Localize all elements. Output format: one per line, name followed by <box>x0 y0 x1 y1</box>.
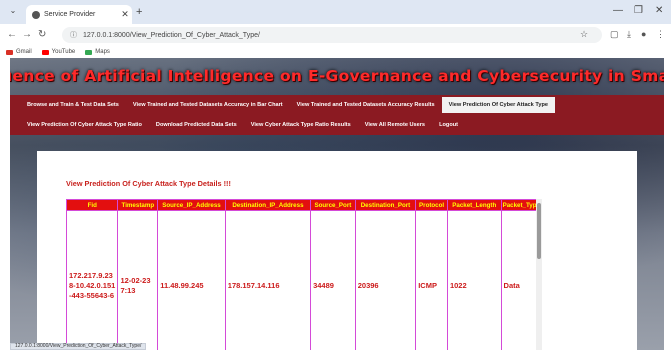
bookmark-label: Maps <box>95 49 110 55</box>
table-cell: 20396 <box>354 210 417 350</box>
profile-icon[interactable]: ● <box>641 29 646 39</box>
table-cell: 1022 <box>446 210 502 350</box>
browser-tab-bar: ⌄ Service Provider ✕ + — ❐ ✕ <box>0 0 671 24</box>
site-banner: The Influence of Artificial Intelligence… <box>10 58 664 94</box>
column-header: Source_IP_Address <box>157 199 226 211</box>
table-cell: 172.217.9.238-10.42.0.151-443-55643-6 <box>66 210 119 350</box>
menu-item[interactable]: View Trained and Tested Datasets Accurac… <box>290 97 442 113</box>
tab-title: Service Provider <box>44 11 96 18</box>
table-cell: 11.48.99.245 <box>157 210 226 350</box>
menu-item[interactable]: View All Remote Users <box>358 117 432 133</box>
main-menu: Browse and Train & Test Data Sets View Tr… <box>10 95 664 135</box>
column-header: Destination_IP_Address <box>224 199 312 211</box>
bookmark-youtube[interactable]: YouTube <box>41 49 76 55</box>
content-panel: View Prediction Of Cyber Attack Type Det… <box>37 151 637 350</box>
menu-item[interactable]: Browse and Train & Test Data Sets <box>20 97 126 113</box>
column-header: Protocol <box>415 199 448 211</box>
site-title: The Influence of Artificial Intelligence… <box>10 67 664 85</box>
menu-item[interactable]: View Trained and Tested Datasets Accurac… <box>126 97 290 113</box>
bookmark-label: Gmail <box>16 49 32 55</box>
tab-search-icon[interactable]: ⌄ <box>6 6 20 18</box>
reload-icon[interactable]: ↻ <box>38 29 46 40</box>
menu-row-1: Browse and Train & Test Data Sets View Tr… <box>10 95 555 115</box>
bookmark-star-icon[interactable]: ☆ <box>580 29 588 40</box>
scrollbar-thumb[interactable] <box>537 203 541 259</box>
download-icon[interactable]: ⤓ <box>627 29 631 40</box>
menu-item[interactable]: View Prediction Of Cyber Attack Type <box>441 97 555 113</box>
web-page: The Influence of Artificial Intelligence… <box>10 58 664 350</box>
address-bar: ← → ↻ ⓘ 127.0.0.1:8000/View_Prediction_O… <box>0 24 671 46</box>
details-heading: View Prediction Of Cyber Attack Type Det… <box>66 179 231 188</box>
table-body: 172.217.9.238-10.42.0.151-443-55643-6 12-… <box>66 210 542 350</box>
tab-close-icon[interactable]: ✕ <box>118 9 132 20</box>
minimize-icon[interactable]: — <box>613 5 623 16</box>
close-window-icon[interactable]: ✕ <box>655 5 663 16</box>
site-info-icon[interactable]: ⓘ <box>70 30 77 40</box>
bookmark-label: YouTube <box>51 49 76 55</box>
menu-item[interactable]: Logout <box>432 117 465 133</box>
table-cell: ICMP <box>415 210 448 350</box>
youtube-icon <box>41 49 49 55</box>
menu-item[interactable]: Download Predicted Data Sets <box>149 117 244 133</box>
column-header: Source_Port <box>310 199 356 211</box>
column-header: Timestamp <box>117 199 159 211</box>
back-icon[interactable]: ← <box>7 29 17 40</box>
table-container: Fid Timestamp Source_IP_Address Destination… <box>66 199 542 350</box>
column-header: Packet_Length <box>446 199 502 211</box>
url-field[interactable]: ⓘ 127.0.0.1:8000/View_Prediction_Of_Cybe… <box>62 27 602 43</box>
column-header: Fid <box>66 199 119 211</box>
browser-tab[interactable]: Service Provider ✕ <box>26 5 132 24</box>
extensions-icon[interactable]: ▢ <box>610 29 619 40</box>
maximize-icon[interactable]: ❐ <box>634 5 643 16</box>
bookmarks-bar: Gmail YouTube Maps <box>0 46 671 58</box>
prediction-table: Fid Timestamp Source_IP_Address Destination… <box>66 199 542 350</box>
globe-icon <box>32 10 40 19</box>
more-menu-icon[interactable]: ⋮ <box>656 29 665 40</box>
new-tab-icon[interactable]: + <box>136 6 142 18</box>
table-row: 172.217.9.238-10.42.0.151-443-55643-6 12-… <box>66 210 542 350</box>
table-cell: 178.157.14.116 <box>224 210 312 350</box>
forward-icon[interactable]: → <box>22 29 32 40</box>
menu-item[interactable]: View Prediction Of Cyber Attack Type Rat… <box>20 117 149 133</box>
menu-row-2: View Prediction Of Cyber Attack Type Rat… <box>10 115 465 135</box>
menu-item[interactable]: View Cyber Attack Type Ratio Results <box>244 117 358 133</box>
vertical-scrollbar[interactable] <box>536 199 542 350</box>
bookmark-gmail[interactable]: Gmail <box>6 49 32 55</box>
table-header-row: Fid Timestamp Source_IP_Address Destination… <box>66 199 542 211</box>
bookmark-maps[interactable]: Maps <box>85 49 110 55</box>
table-cell: 12-02-23 7:13 <box>117 210 159 350</box>
gmail-icon <box>6 49 13 55</box>
column-header: Destination_Port <box>354 199 417 211</box>
table-cell: 34489 <box>310 210 356 350</box>
url-text: 127.0.0.1:8000/View_Prediction_Of_Cyber_… <box>83 31 260 39</box>
status-bar: 127.0.0.1:8000/View_Prediction_Of_Cyber_… <box>10 343 147 350</box>
maps-icon <box>85 49 93 55</box>
